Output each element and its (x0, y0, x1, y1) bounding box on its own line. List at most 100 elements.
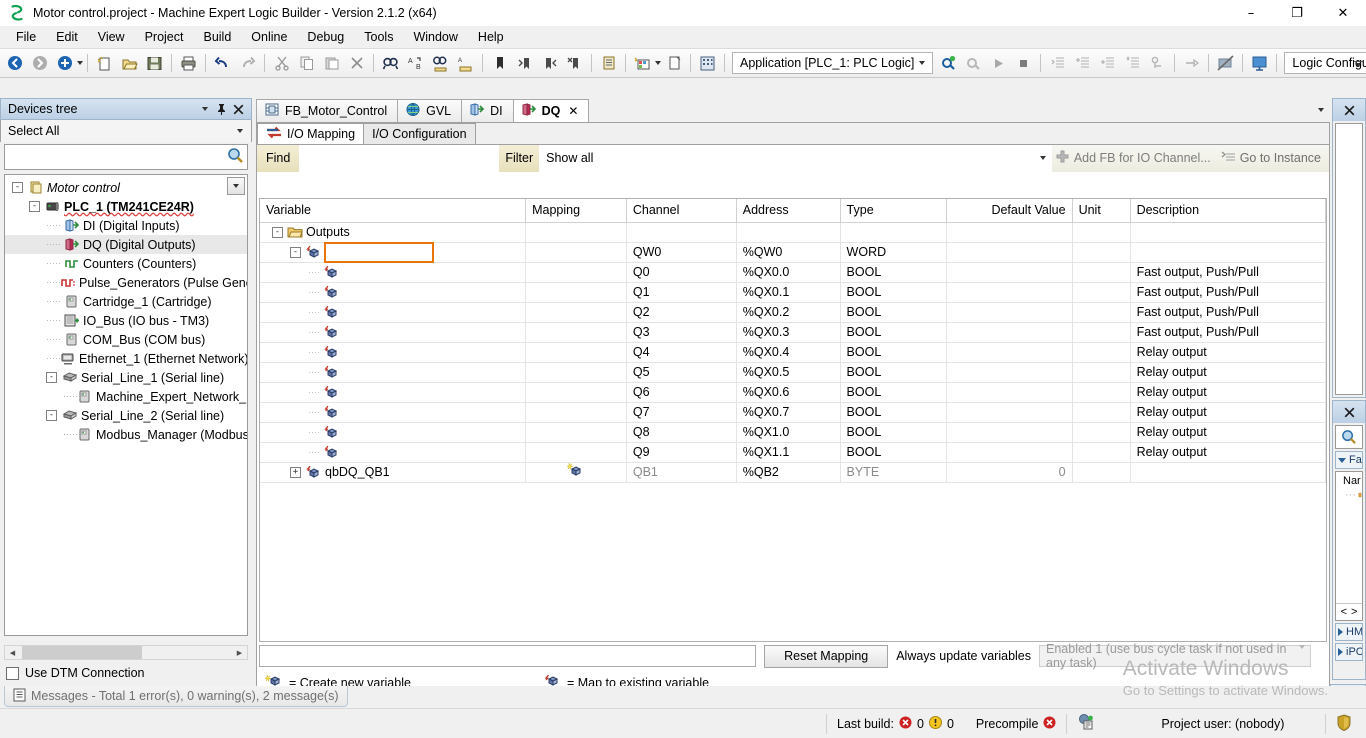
cell-unit[interactable] (1072, 402, 1130, 422)
add-fb-for-io-channel-button[interactable]: Add FB for IO Channel... (1052, 145, 1221, 172)
menu-file[interactable]: File (6, 28, 46, 46)
cell-default-value[interactable] (947, 422, 1072, 442)
cell-description[interactable]: Fast output, Push/Pull (1130, 302, 1325, 322)
table-row[interactable]: ····Q8%QX1.0BOOLRelay output (260, 422, 1326, 442)
variable-name-edit-input[interactable] (324, 242, 434, 263)
cell-description[interactable] (1130, 242, 1325, 262)
cell-variable[interactable]: ···· (260, 322, 526, 342)
cell-channel[interactable]: QB1 (626, 462, 736, 482)
tree-expander-icon[interactable]: - (29, 201, 40, 212)
toolbox-group-ipc[interactable]: iPC (1335, 643, 1363, 661)
cell-type[interactable]: BOOL (840, 422, 947, 442)
print-icon[interactable] (176, 51, 201, 75)
tree-item-serial_line_2[interactable]: -Serial_Line_2 (Serial line) (5, 406, 247, 425)
cell-mapping[interactable] (526, 342, 627, 362)
cell-mapping[interactable] (526, 282, 627, 302)
cell-address[interactable]: %QX0.4 (736, 342, 840, 362)
cell-description[interactable]: Fast output, Push/Pull (1130, 322, 1325, 342)
clipboard-list-icon[interactable] (596, 51, 621, 75)
replace-in-files-icon[interactable]: A (453, 51, 478, 75)
cell-type[interactable]: BOOL (840, 322, 947, 342)
menu-debug[interactable]: Debug (297, 28, 354, 46)
cell-channel[interactable]: Q1 (626, 282, 736, 302)
chevron-down-icon[interactable] (1040, 145, 1046, 172)
cell-variable[interactable]: ···· (260, 262, 526, 282)
messages-tab[interactable]: Messages - Total 1 error(s), 0 warning(s… (4, 686, 348, 707)
cell-default-value[interactable] (947, 342, 1072, 362)
cell-type[interactable]: BOOL (840, 442, 947, 462)
cell-mapping[interactable] (526, 382, 627, 402)
tree-item-counters[interactable]: ·····Counters (Counters) (5, 254, 247, 273)
cell-variable[interactable]: ···· (260, 362, 526, 382)
cell-address[interactable]: %QX0.3 (736, 322, 840, 342)
cell-type[interactable] (840, 222, 947, 242)
cell-mapping[interactable] (526, 322, 627, 342)
cell-mapping[interactable] (526, 302, 627, 322)
cell-address[interactable]: %QX0.6 (736, 382, 840, 402)
cell-default-value[interactable] (947, 442, 1072, 462)
tree-item-machine_expert_network_manager[interactable]: ·····Machine_Expert_Network_Manager (5, 387, 247, 406)
cell-type[interactable]: BOOL (840, 282, 947, 302)
back-icon[interactable] (2, 51, 27, 75)
cell-address[interactable]: %QX0.2 (736, 302, 840, 322)
column-header-variable[interactable]: Variable (260, 199, 526, 222)
table-row[interactable]: +qbDQ_QB1QB1%QB2BYTE0 (260, 462, 1326, 482)
row-expander-icon[interactable]: + (290, 467, 301, 478)
cell-variable[interactable]: ···· (260, 282, 526, 302)
cell-default-value[interactable] (947, 322, 1072, 342)
cell-description[interactable]: Relay output (1130, 342, 1325, 362)
find-in-files-icon[interactable] (428, 51, 453, 75)
table-row[interactable]: ····Q1%QX0.1BOOLFast output, Push/Pull (260, 282, 1326, 302)
reset-mapping-button[interactable]: Reset Mapping (764, 645, 888, 668)
previous-bookmark-icon[interactable] (537, 51, 562, 75)
navigate-dropdown-icon[interactable] (77, 51, 83, 75)
document-tabs-dropdown-icon[interactable] (1312, 101, 1330, 119)
minimize-button[interactable]: – (1228, 0, 1274, 26)
menu-tools[interactable]: Tools (354, 28, 403, 46)
devices-tree[interactable]: -Motor control-PLC_1 (TM241CE24R)·····DI… (4, 174, 248, 636)
open-folder-icon[interactable] (117, 51, 142, 75)
table-row[interactable]: ····Q5%QX0.5BOOLRelay output (260, 362, 1326, 382)
cell-channel[interactable]: Q4 (626, 342, 736, 362)
document-tab-gvl[interactable]: GVL (397, 99, 462, 122)
scroll-thumb[interactable] (22, 646, 142, 659)
column-header-mapping[interactable]: Mapping (526, 199, 627, 222)
cell-description[interactable] (1130, 462, 1325, 482)
table-row[interactable]: ····Q6%QX0.6BOOLRelay output (260, 382, 1326, 402)
cell-mapping[interactable] (526, 222, 627, 242)
cell-description[interactable]: Relay output (1130, 382, 1325, 402)
cell-channel[interactable]: Q5 (626, 362, 736, 382)
chevron-down-icon[interactable] (229, 129, 251, 133)
cell-mapping[interactable] (526, 262, 627, 282)
cell-description[interactable]: Fast output, Push/Pull (1130, 262, 1325, 282)
cell-address[interactable]: %QX0.0 (736, 262, 840, 282)
select-all-combo[interactable]: Select All (0, 120, 252, 142)
tree-item-ethernet_1[interactable]: ·····Ethernet_1 (Ethernet Network) (5, 349, 247, 368)
cell-mapping[interactable] (526, 362, 627, 382)
document-tab-fb-motor-control[interactable]: FB_Motor_Control (256, 99, 398, 122)
use-dtm-connection-checkbox[interactable]: Use DTM Connection (6, 666, 145, 680)
scroll-left-icon[interactable]: ◀ (5, 646, 20, 659)
cell-address[interactable] (736, 222, 840, 242)
no-simulation-icon[interactable] (1213, 51, 1238, 75)
cell-channel[interactable]: Q7 (626, 402, 736, 422)
mapping-info-textbox[interactable] (259, 645, 756, 667)
cell-variable[interactable]: ···· (260, 302, 526, 322)
cell-unit[interactable] (1072, 422, 1130, 442)
cell-default-value[interactable] (947, 302, 1072, 322)
toolbox-nav-row[interactable]: < > (1336, 603, 1362, 620)
cell-channel[interactable]: Q6 (626, 382, 736, 402)
table-row[interactable]: ····Q4%QX0.4BOOLRelay output (260, 342, 1326, 362)
cell-address[interactable]: %QX0.1 (736, 282, 840, 302)
cell-channel[interactable]: QW0 (626, 242, 736, 262)
cell-mapping[interactable] (526, 442, 627, 462)
cell-channel[interactable]: Q9 (626, 442, 736, 462)
pin-icon[interactable] (213, 101, 230, 118)
close-icon[interactable] (230, 101, 247, 118)
row-expander-icon[interactable]: - (290, 247, 301, 258)
column-header-channel[interactable]: Channel (626, 199, 736, 222)
menu-online[interactable]: Online (241, 28, 297, 46)
cell-variable[interactable]: ···· (260, 342, 526, 362)
connection-status-icon[interactable] (1077, 713, 1095, 734)
cell-unit[interactable] (1072, 262, 1130, 282)
